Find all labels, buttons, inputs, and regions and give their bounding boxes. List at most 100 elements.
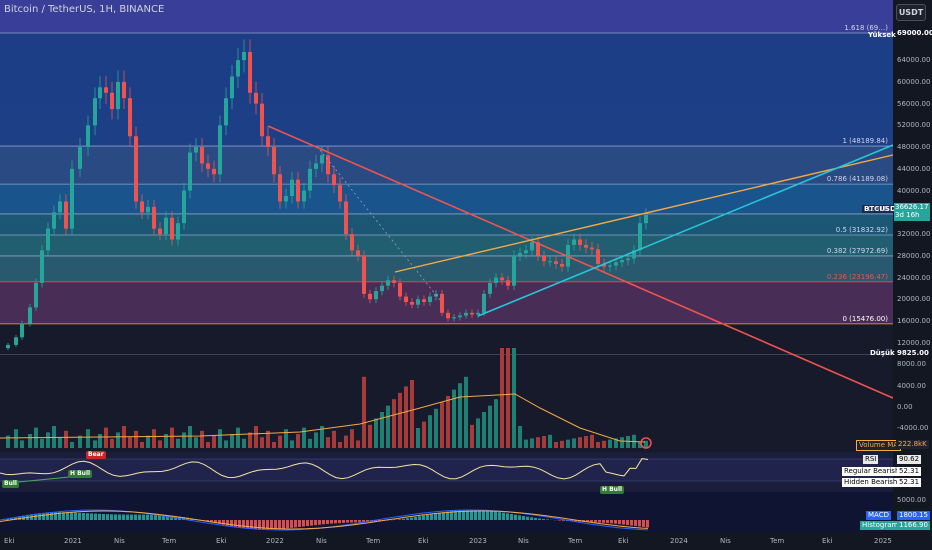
macd-histogram-bar — [406, 518, 409, 520]
volume-bar — [70, 442, 74, 448]
candle-body — [368, 293, 372, 300]
macd-histogram-bar — [90, 513, 93, 520]
candle-body — [308, 168, 312, 191]
rsi-hbull-badge-1: H Bull — [68, 470, 93, 478]
macd-histogram-bar — [46, 512, 49, 520]
rsi-bull-badge: Bull — [2, 480, 19, 488]
candle-body — [560, 263, 564, 267]
volume-bar — [58, 437, 62, 448]
candle-body — [416, 299, 420, 305]
volume-bar — [28, 434, 32, 448]
price-axis-label: 64000.00 — [897, 56, 931, 65]
macd-histogram-bar — [138, 514, 141, 520]
volume-bar — [416, 428, 420, 448]
volume-bar — [530, 438, 534, 448]
macd-histogram-bar — [602, 520, 605, 523]
volume-bar — [40, 438, 44, 448]
volume-bar — [86, 429, 90, 448]
macd-histogram-bar — [354, 520, 357, 523]
candle-body — [93, 98, 97, 126]
price-axis-label: 44000.00 — [897, 164, 931, 173]
candle-body — [188, 152, 192, 191]
macd-histogram-bar — [286, 520, 289, 529]
candle-body — [620, 260, 624, 263]
macd-histogram-bar — [82, 512, 85, 520]
candle-body — [278, 174, 282, 202]
macd-histogram-bar — [442, 512, 445, 520]
macd-histogram-bar — [410, 517, 413, 520]
volume-bar — [158, 440, 162, 448]
candle-body — [224, 98, 228, 126]
candle-body — [164, 217, 168, 235]
macd-histogram-bar — [598, 520, 601, 523]
volume-bar — [116, 432, 120, 448]
volume-bar — [608, 439, 612, 448]
candle-body — [260, 103, 264, 137]
volume-bar — [512, 348, 516, 448]
candle-body — [194, 147, 198, 153]
candle-body — [614, 262, 618, 266]
candle-body — [290, 179, 294, 197]
macd-histogram-bar — [398, 519, 401, 520]
macd-histogram-bar — [126, 514, 129, 520]
hidden-bearish-value: 52.31 — [897, 478, 922, 487]
candle-body — [362, 255, 366, 294]
price-chart[interactable] — [0, 0, 932, 550]
volume-bar — [626, 436, 630, 448]
candle-body — [638, 223, 642, 251]
time-axis-label: Eki — [216, 537, 227, 545]
candle-body — [40, 250, 44, 283]
macd-histogram-bar — [66, 512, 69, 520]
volume-bar — [434, 408, 438, 448]
macd-histogram-bar — [642, 520, 645, 527]
macd-histogram-bar — [242, 520, 245, 529]
candle-body — [314, 163, 318, 169]
price-axis-label: 0.00 — [897, 403, 913, 411]
macd-histogram-bar — [542, 518, 545, 520]
low-label: Düşük — [870, 349, 895, 357]
volume-bar — [560, 440, 564, 448]
volume-bar — [548, 434, 552, 448]
volume-bar — [290, 440, 294, 448]
macd-histogram-bar — [350, 520, 353, 523]
macd-histogram-bar — [526, 516, 529, 520]
macd-histogram-bar — [246, 520, 249, 529]
countdown: 3d 16h — [895, 211, 920, 219]
candle-body — [506, 280, 510, 286]
fib-label: 0.236 (23196.47) — [826, 272, 888, 281]
candle-body — [110, 92, 114, 110]
macd-histogram-bar — [318, 520, 321, 525]
macd-histogram-bar — [102, 513, 105, 520]
candle-body — [296, 179, 300, 202]
macd-histogram-bar — [122, 514, 125, 520]
volume-bar — [338, 442, 342, 448]
price-axis-label: 4000.00 — [897, 382, 926, 390]
macd-histogram-bar — [346, 520, 349, 523]
candle-body — [458, 315, 462, 318]
candle-body — [542, 255, 546, 262]
macd-histogram-bar — [418, 516, 421, 520]
price-axis-label: 56000.00 — [897, 99, 931, 108]
time-axis-label: Tem — [162, 537, 177, 545]
macd-histogram-bar — [290, 520, 293, 528]
macd-histogram-bar — [510, 513, 513, 520]
candle-body — [518, 253, 522, 256]
macd-histogram-bar — [110, 514, 113, 520]
macd-histogram-bar — [430, 514, 433, 520]
volume-bar — [254, 426, 258, 448]
candle-body — [446, 312, 450, 319]
volume-bar — [332, 430, 336, 448]
price-axis-label: 52000.00 — [897, 121, 931, 130]
candle-body — [332, 174, 336, 186]
volume-bar — [128, 437, 132, 448]
time-axis-label: Tem — [568, 537, 583, 545]
macd-histogram-bar — [494, 511, 497, 520]
time-axis-label: Eki — [618, 537, 629, 545]
macd-histogram-bar — [302, 520, 305, 527]
candle-body — [374, 291, 378, 300]
macd-histogram-bar — [486, 510, 489, 520]
volume-ma-label: Volume MA — [856, 440, 902, 451]
candle-body — [218, 125, 222, 175]
volume-bar — [110, 438, 114, 448]
currency-button[interactable]: USDT — [896, 4, 926, 21]
